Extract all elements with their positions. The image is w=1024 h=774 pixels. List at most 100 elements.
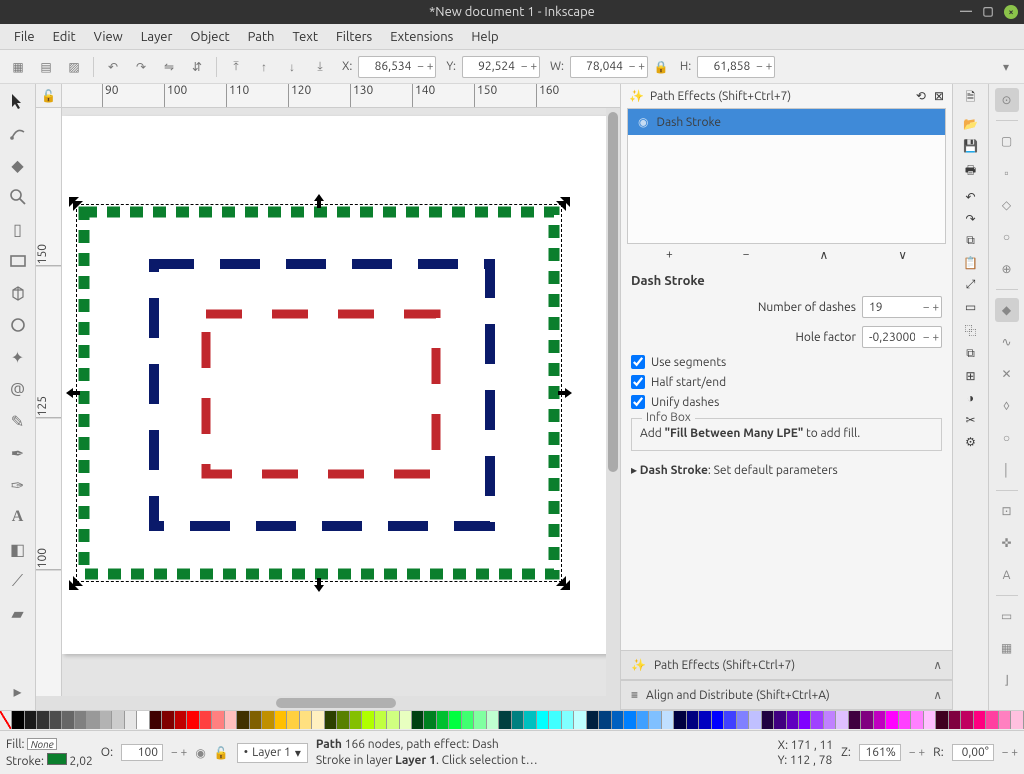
color-palette[interactable]	[0, 710, 1024, 730]
h-field[interactable]: − +	[697, 56, 775, 78]
node-tool[interactable]	[5, 120, 31, 146]
menu-extensions[interactable]: Extensions	[382, 26, 461, 48]
open-button[interactable]: 📂	[963, 117, 978, 131]
swatch[interactable]	[574, 711, 586, 729]
scale-handle-sw[interactable]	[69, 576, 83, 590]
tab-align-distribute[interactable]: ≡ Align and Distribute (Shift+Ctrl+A)∧	[621, 680, 952, 710]
snap-path-button[interactable]: ∿	[995, 330, 1019, 354]
move-lpe-up-button[interactable]: ∧	[819, 248, 828, 262]
swatch[interactable]	[462, 711, 474, 729]
pencil-tool[interactable]: ✎	[5, 408, 31, 434]
scale-handle-n[interactable]	[312, 194, 326, 208]
swatch-none[interactable]	[0, 711, 12, 729]
sculpt-tool[interactable]: ◆	[5, 152, 31, 178]
scale-handle-w[interactable]	[66, 386, 80, 400]
menu-text[interactable]: Text	[284, 26, 325, 48]
snap-guide-button[interactable]: ⌋	[995, 668, 1019, 692]
swatch[interactable]	[287, 711, 299, 729]
swatch[interactable]	[599, 711, 611, 729]
text-tool[interactable]: A	[5, 504, 31, 530]
new-doc-button[interactable]: 🗎	[966, 88, 976, 109]
clone-button[interactable]: ⧉	[966, 347, 975, 361]
deselect-button[interactable]: ▨	[62, 55, 86, 79]
menu-edit[interactable]: Edit	[45, 26, 84, 48]
swatch[interactable]	[911, 711, 923, 729]
swatch[interactable]	[262, 711, 274, 729]
flip-v-button[interactable]: ⇵	[185, 55, 209, 79]
swatch[interactable]	[25, 711, 37, 729]
menu-view[interactable]: View	[86, 26, 131, 48]
swatch[interactable]	[12, 711, 24, 729]
w-field[interactable]: − +	[570, 56, 648, 78]
snap-bbox-button[interactable]: ▢	[995, 129, 1019, 153]
swatch[interactable]	[986, 711, 998, 729]
use-segments-checkbox[interactable]	[631, 355, 645, 369]
bezier-tool[interactable]: ✒	[5, 440, 31, 466]
swatch[interactable]	[787, 711, 799, 729]
select-all-layers-button[interactable]: ▤	[34, 55, 58, 79]
undo-button[interactable]: ↶	[965, 190, 975, 204]
select-all-button[interactable]: ▦	[6, 55, 30, 79]
swatch[interactable]	[437, 711, 449, 729]
swatch[interactable]	[300, 711, 312, 729]
swatch[interactable]	[874, 711, 886, 729]
swatch[interactable]	[936, 711, 948, 729]
rotate-ccw-button[interactable]: ↶	[101, 55, 125, 79]
remove-lpe-button[interactable]: −	[743, 248, 750, 262]
swatch[interactable]	[637, 711, 649, 729]
prefs-button[interactable]: ⚙	[965, 435, 976, 449]
swatch[interactable]	[811, 711, 823, 729]
swatch[interactable]	[237, 711, 249, 729]
swatch[interactable]	[275, 711, 287, 729]
swatch[interactable]	[649, 711, 661, 729]
swatch[interactable]	[250, 711, 262, 729]
swatch[interactable]	[325, 711, 337, 729]
swatch[interactable]	[886, 711, 898, 729]
snap-text-button[interactable]: A	[995, 563, 1019, 587]
scale-handle-se[interactable]	[556, 576, 570, 590]
swatch[interactable]	[762, 711, 774, 729]
snap-center-button[interactable]: ⊕	[995, 257, 1019, 281]
swatch[interactable]	[175, 711, 187, 729]
lpe-row-dash-stroke[interactable]: ◉ Dash Stroke	[628, 109, 945, 135]
swatch[interactable]	[999, 711, 1011, 729]
swatch[interactable]	[899, 711, 911, 729]
swatch[interactable]	[687, 711, 699, 729]
paste-button[interactable]: 📋	[963, 256, 978, 270]
swatch[interactable]	[187, 711, 199, 729]
snap-page-button[interactable]: ▭	[995, 604, 1019, 628]
snap-toggle[interactable]: ⊙	[995, 88, 1019, 112]
move-lpe-down-button[interactable]: ∨	[898, 248, 907, 262]
lock-icon[interactable]: 🔒	[652, 58, 670, 76]
swatch[interactable]	[612, 711, 624, 729]
horizontal-scrollbar[interactable]	[36, 696, 620, 710]
lower-bottom-button[interactable]: ⤓	[308, 55, 332, 79]
swatch[interactable]	[537, 711, 549, 729]
snap-other-button[interactable]: ⊡	[995, 499, 1019, 523]
swatch[interactable]	[749, 711, 761, 729]
zoom-fit-button[interactable]: ⤢	[966, 278, 976, 292]
fill-indicator[interactable]: None	[27, 738, 57, 750]
fill-stroke-button[interactable]: ◑	[967, 391, 974, 405]
rectangle-tool[interactable]	[5, 248, 31, 274]
menu-help[interactable]: Help	[463, 26, 506, 48]
snap-cusp-button[interactable]: ◊	[995, 394, 1019, 418]
swatch[interactable]	[87, 711, 99, 729]
visibility-icon[interactable]: ◉	[638, 115, 648, 129]
selector-tool[interactable]	[5, 88, 31, 114]
swatch[interactable]	[362, 711, 374, 729]
3dbox-tool[interactable]	[5, 280, 31, 306]
scale-handle-nw[interactable]	[69, 197, 83, 211]
save-button[interactable]: 💾	[963, 139, 978, 153]
panel-close-button[interactable]: ⊠	[934, 89, 944, 103]
menu-layer[interactable]: Layer	[133, 26, 181, 48]
group-button[interactable]: ⊞	[965, 369, 975, 383]
layer-selector[interactable]: •Layer 1 ▾	[237, 743, 308, 763]
xml-button[interactable]: ✂	[965, 413, 975, 427]
snap-intersect-button[interactable]: ✕	[995, 362, 1019, 386]
canvas[interactable]	[62, 108, 606, 696]
x-field[interactable]: − +	[358, 56, 436, 78]
zoom-page-button[interactable]: ▭	[965, 300, 976, 314]
swatch[interactable]	[849, 711, 861, 729]
menu-path[interactable]: Path	[240, 26, 283, 48]
